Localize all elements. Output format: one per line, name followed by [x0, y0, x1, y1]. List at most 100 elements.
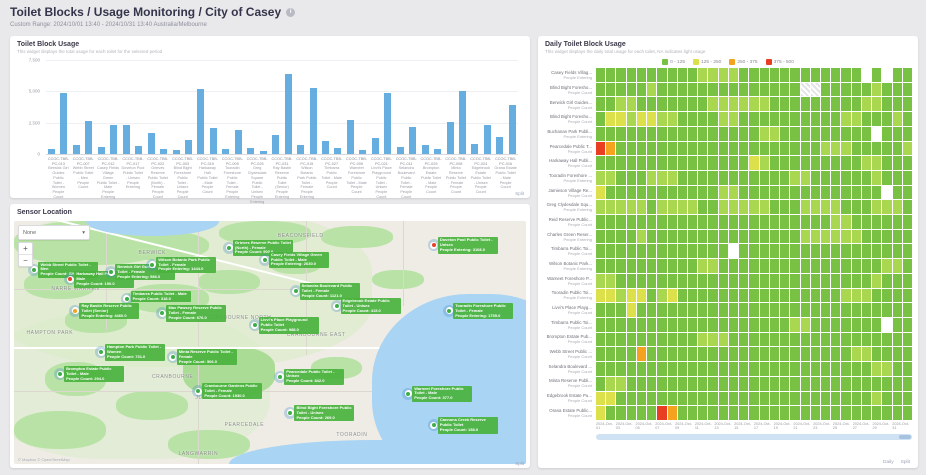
heatmap-cell[interactable]: [903, 97, 912, 111]
heatmap-cell[interactable]: [841, 97, 850, 111]
heatmap-cell[interactable]: [657, 156, 666, 170]
heatmap-cell[interactable]: [739, 156, 748, 170]
heatmap-cell[interactable]: [801, 244, 810, 258]
heatmap-cell[interactable]: [688, 68, 697, 82]
heatmap-cell[interactable]: [668, 97, 677, 111]
heatmap-cell[interactable]: [729, 392, 738, 406]
heatmap-cell[interactable]: [872, 200, 881, 214]
heatmap-cell[interactable]: [596, 200, 605, 214]
heatmap-cell[interactable]: [893, 200, 902, 214]
heatmap-cell[interactable]: [760, 171, 769, 185]
heatmap-cell[interactable]: [903, 333, 912, 347]
heatmap-cell[interactable]: [780, 303, 789, 317]
heatmap-cell[interactable]: [821, 127, 830, 141]
heatmap-cell[interactable]: [821, 406, 830, 420]
heatmap-cell[interactable]: [749, 406, 758, 420]
heatmap-cell[interactable]: [903, 244, 912, 258]
heatmap-cell[interactable]: [790, 68, 799, 82]
heatmap-cell[interactable]: [852, 303, 861, 317]
heatmap-cell[interactable]: [637, 97, 646, 111]
heatmap-cell[interactable]: [616, 318, 625, 332]
heatmap-cell[interactable]: [760, 392, 769, 406]
map-filter-dropdown[interactable]: None ▾: [18, 225, 90, 240]
heatmap-cell[interactable]: [719, 83, 728, 97]
heatmap-cell[interactable]: [627, 200, 636, 214]
heatmap-cell[interactable]: [882, 200, 891, 214]
heatmap-cell[interactable]: [739, 186, 748, 200]
heatmap-cell[interactable]: [770, 127, 779, 141]
heatmap-cell[interactable]: [821, 274, 830, 288]
heatmap-cell[interactable]: [678, 392, 687, 406]
heatmap-cell[interactable]: [698, 347, 707, 361]
heatmap-cell[interactable]: [872, 156, 881, 170]
heatmap-cell[interactable]: [811, 377, 820, 391]
heatmap-cell[interactable]: [678, 230, 687, 244]
heatmap-cell[interactable]: [811, 333, 820, 347]
heatmap-cell[interactable]: [698, 68, 707, 82]
heatmap-cell[interactable]: [821, 318, 830, 332]
heatmap-cell[interactable]: [749, 97, 758, 111]
heatmap-cell[interactable]: [852, 274, 861, 288]
heatmap-cell[interactable]: [801, 171, 810, 185]
heatmap-cell[interactable]: [872, 333, 881, 347]
heatmap-cell[interactable]: [719, 230, 728, 244]
heatmap-cell[interactable]: [606, 274, 615, 288]
heatmap-cell[interactable]: [698, 303, 707, 317]
heatmap-cell[interactable]: [903, 156, 912, 170]
sensor-marker[interactable]: Tooradin Foreshore Public Toilet - Femal…: [443, 305, 455, 317]
heatmap-cell[interactable]: [801, 230, 810, 244]
heatmap-cell[interactable]: [606, 230, 615, 244]
heatmap-cell[interactable]: [637, 127, 646, 141]
heatmap-cell[interactable]: [657, 318, 666, 332]
heatmap-cell[interactable]: [760, 127, 769, 141]
heatmap-cell[interactable]: [893, 156, 902, 170]
usage-bar[interactable]: [285, 74, 292, 154]
heatmap-cell[interactable]: [780, 274, 789, 288]
usage-bar[interactable]: [247, 148, 254, 154]
heatmap-cell[interactable]: [862, 318, 871, 332]
heatmap-cell[interactable]: [708, 156, 717, 170]
heatmap-cell[interactable]: [852, 333, 861, 347]
usage-bar[interactable]: [422, 145, 429, 154]
heatmap-cell[interactable]: [801, 186, 810, 200]
heatmap-cell[interactable]: [729, 171, 738, 185]
heatmap-cell[interactable]: [637, 142, 646, 156]
heatmap-cell[interactable]: [688, 362, 697, 376]
heatmap-cell[interactable]: [852, 142, 861, 156]
usage-bar[interactable]: [110, 125, 117, 154]
heatmap-cell[interactable]: [708, 318, 717, 332]
heatmap-cell[interactable]: [627, 215, 636, 229]
heatmap-cell[interactable]: [616, 244, 625, 258]
heatmap-cell[interactable]: [893, 68, 902, 82]
heatmap-cell[interactable]: [831, 244, 840, 258]
heatmap-cell[interactable]: [760, 83, 769, 97]
heatmap-cell[interactable]: [698, 171, 707, 185]
heatmap-cell[interactable]: [841, 171, 850, 185]
heatmap-cell[interactable]: [739, 392, 748, 406]
heatmap-cell[interactable]: [831, 156, 840, 170]
heatmap-cell[interactable]: [749, 230, 758, 244]
heatmap-cell[interactable]: [872, 289, 881, 303]
heatmap-cell[interactable]: [627, 274, 636, 288]
heatmap-cell[interactable]: [852, 392, 861, 406]
heatmap-cell[interactable]: [852, 68, 861, 82]
heatmap-cell[interactable]: [903, 186, 912, 200]
heatmap-cell[interactable]: [606, 392, 615, 406]
heatmap-cell[interactable]: [852, 200, 861, 214]
heatmap-cell[interactable]: [616, 274, 625, 288]
heatmap-cell[interactable]: [882, 186, 891, 200]
heatmap-cell[interactable]: [821, 333, 830, 347]
heatmap-cell[interactable]: [657, 142, 666, 156]
heatmap-cell[interactable]: [872, 406, 881, 420]
heatmap-cell[interactable]: [862, 362, 871, 376]
heatmap-cell[interactable]: [729, 318, 738, 332]
heatmap-cell[interactable]: [841, 83, 850, 97]
heatmap-cell[interactable]: [780, 406, 789, 420]
heatmap-cell[interactable]: [872, 377, 881, 391]
heatmap-cell[interactable]: [852, 406, 861, 420]
heatmap-cell[interactable]: [739, 377, 748, 391]
heatmap-cell[interactable]: [627, 83, 636, 97]
heatmap-cell[interactable]: [882, 274, 891, 288]
zoom-out-button[interactable]: −: [19, 255, 32, 266]
usage-bar[interactable]: [434, 149, 441, 154]
